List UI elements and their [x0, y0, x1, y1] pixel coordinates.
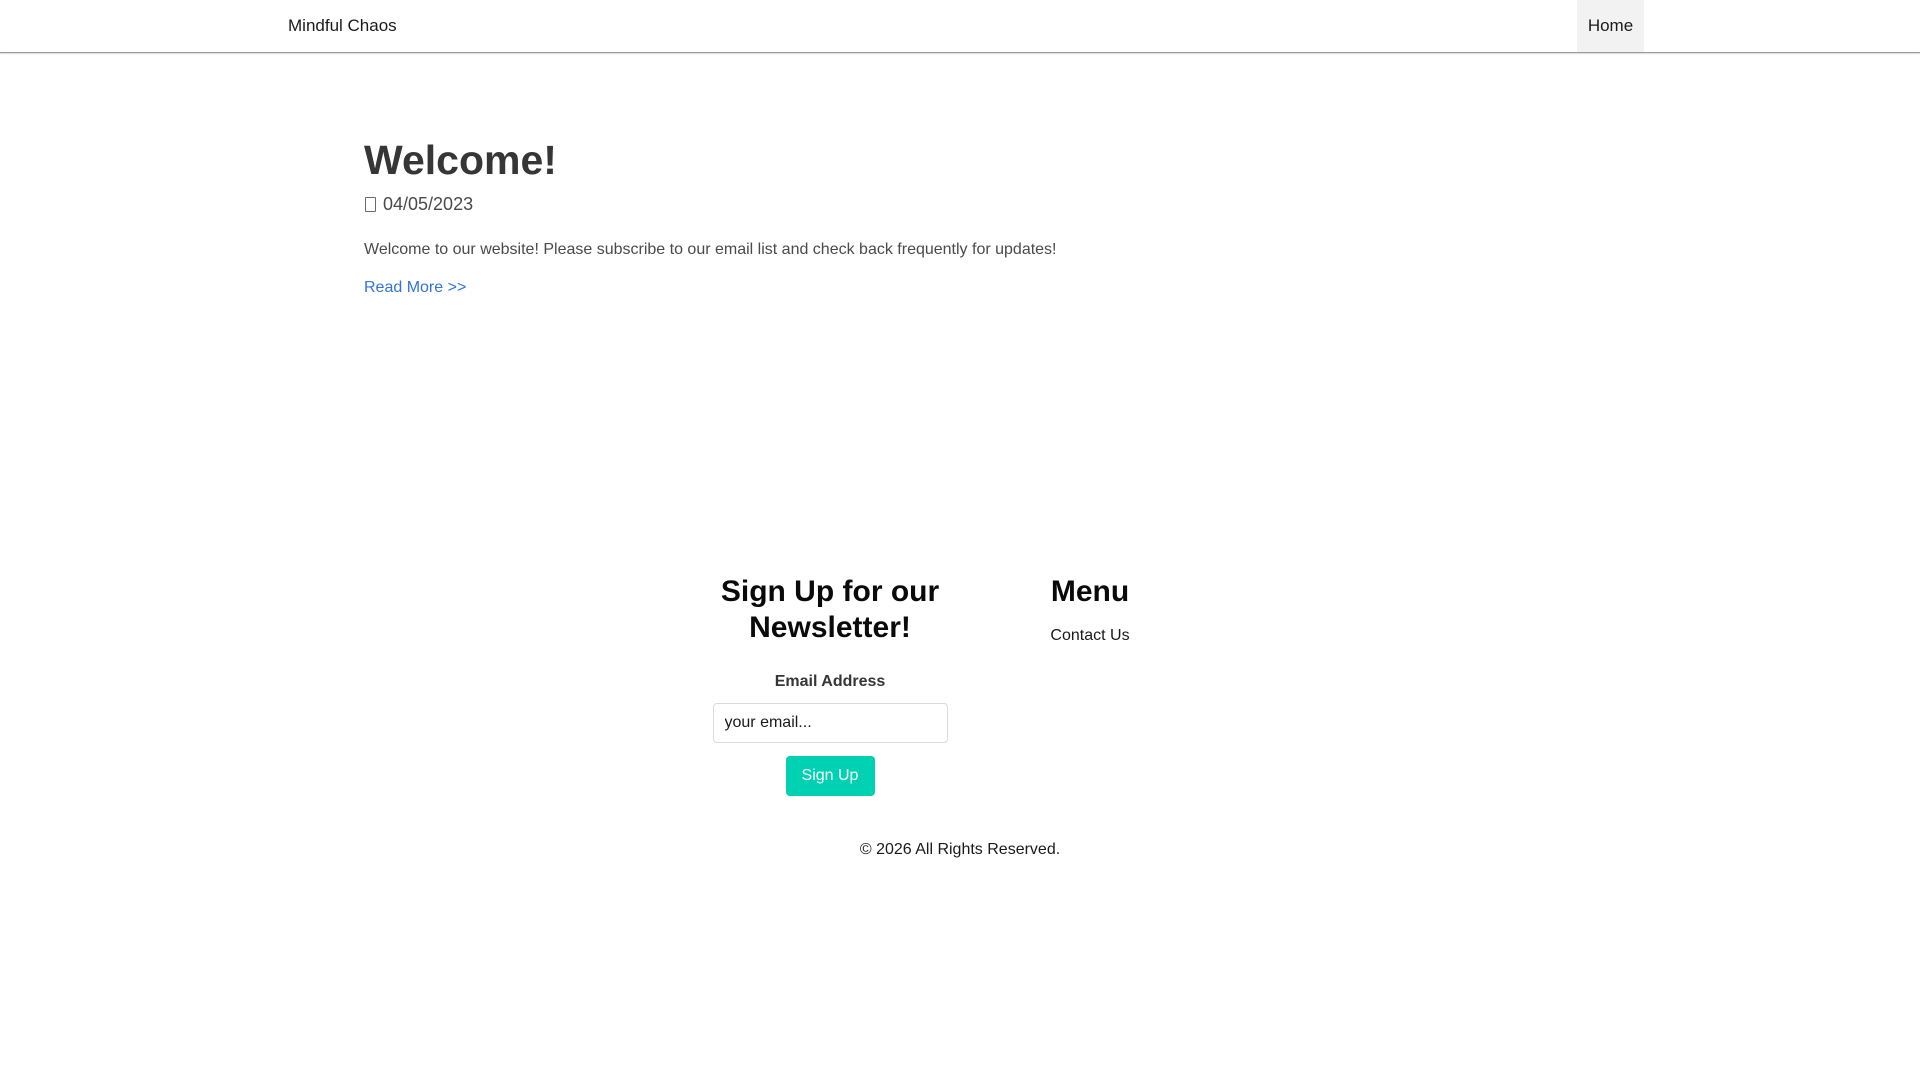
welcome-article: Welcome! 04/05/2023 Welcome to our websi… — [364, 132, 1564, 299]
calendar-icon — [365, 196, 376, 212]
menu-item-contact-us[interactable]: Contact Us — [1040, 625, 1140, 647]
copyright-text: © 2026 All Rights Reserved. — [859, 841, 1061, 858]
article-title: Welcome! — [364, 137, 557, 183]
menu-title: Menu — [1050, 575, 1130, 608]
article-date-row: 04/05/2023 — [364, 192, 1564, 216]
read-more-link[interactable]: Read More >> — [364, 277, 466, 299]
brand-link[interactable]: Mindful Chaos — [288, 0, 397, 52]
nav-home-link[interactable]: Home — [1577, 0, 1644, 52]
footer-menu: Menu Contact Us — [1040, 574, 1140, 647]
article-body: Welcome to our website! Please subscribe… — [364, 241, 1057, 258]
email-label: Email Address — [774, 673, 886, 690]
article-date: 04/05/2023 — [383, 193, 474, 214]
top-navbar: Mindful Chaos Home — [0, 0, 1920, 53]
newsletter-signup: Sign Up for our Newsletter! Email Addres… — [700, 574, 960, 796]
email-field[interactable] — [712, 703, 948, 743]
newsletter-title: Sign Up for our Newsletter! — [720, 575, 940, 644]
sign-up-button[interactable]: Sign Up — [785, 756, 875, 796]
